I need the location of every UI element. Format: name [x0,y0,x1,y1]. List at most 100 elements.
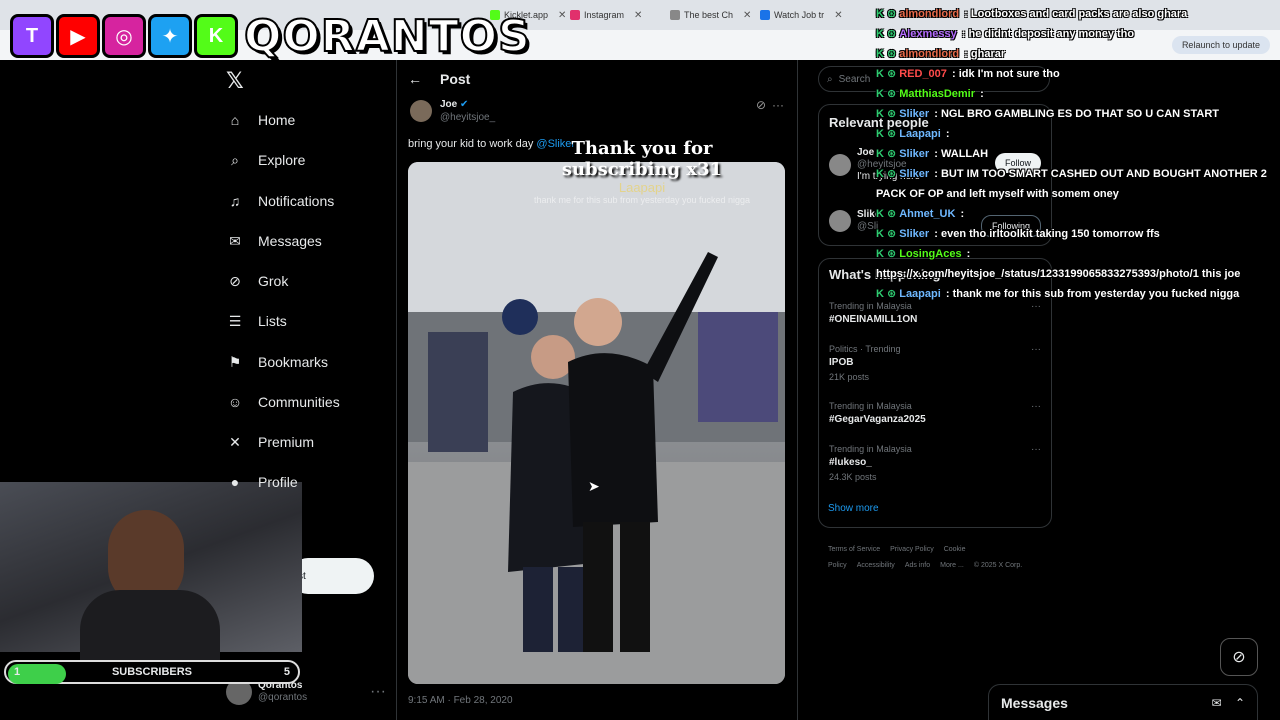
search-icon: ⌕ [231,151,239,168]
chat-badges-icon: K ⊛ [876,148,897,160]
chat-username[interactable]: Laapapi [899,128,941,140]
show-more-link[interactable]: Show more [828,503,879,514]
tab-close-icon[interactable]: ✕ [834,10,842,21]
x-logo-icon[interactable]: 𝕏 [226,68,244,94]
tab-close-icon[interactable]: ✕ [634,10,642,21]
new-message-icon[interactable]: ✉ [1212,696,1222,710]
chat-message: K ⊛ Sliker : WALLAH [876,144,1280,164]
browser-tab-label: The best Ch [684,10,734,20]
nav-label: Home [258,112,296,128]
more-icon[interactable]: ··· [370,683,386,701]
footer-link[interactable]: Privacy Policy [890,546,934,553]
nav-item-lists[interactable]: ☰ Lists [226,306,287,336]
trend-name[interactable]: #lukeso_ [829,456,912,470]
person-name[interactable]: Joe [857,147,874,158]
grok-icon: ⊘ [229,272,241,289]
footer-link[interactable]: © 2025 X Corp. [974,562,1022,569]
sub-goal-target: 5 [283,666,290,678]
chat-message: K ⊛ Laapapi : thank me for this sub from … [876,284,1280,304]
avatar[interactable] [829,154,851,176]
browser-tab[interactable]: The best Ch ✕ [670,6,751,24]
post-button[interactable]: st [290,558,374,594]
author-name[interactable]: Joe [440,99,457,110]
messages-title: Messages [1001,694,1068,711]
footer-link[interactable]: Terms of Service [828,546,880,553]
nav-item-grok[interactable]: ⊘ Grok [226,266,288,296]
messages-drawer[interactable]: Messages ✉ ⌃ [988,684,1258,720]
chat-badges-icon: K ⊛ [876,28,897,40]
nav-item-bookmarks[interactable]: ⚑ Bookmarks [226,347,328,377]
sub-goal-current: 1 [14,666,21,678]
chat-badges-icon: K ⊛ [876,108,897,120]
trend-item[interactable]: Trending in Malaysia #lukeso_ 24.3K posts [829,442,912,484]
chat-username[interactable]: Alexmessy [899,28,957,40]
post-photo[interactable] [408,162,785,684]
browser-tab[interactable]: Kicklet.app ✕ [490,6,566,24]
tab-close-icon[interactable]: ✕ [558,10,566,21]
nav-label: Profile [258,474,298,490]
back-arrow-icon[interactable]: ← [408,71,422,87]
twitter-bird-icon: ✦ [148,14,192,58]
footer-link[interactable]: Accessibility [857,562,895,569]
chat-username[interactable]: Laapapi [899,288,941,300]
post-author[interactable]: Joe ✔ @heyitsjoe_ [410,98,495,124]
trend-more-icon[interactable]: ··· [1031,444,1041,455]
grok-fab-icon[interactable]: ⊘ [1220,638,1258,676]
sub-goal-label: SUBSCRIBERS [111,666,193,678]
browser-tab[interactable]: Watch Job tr ✕ [760,6,843,24]
chat-colon: : [931,228,941,240]
trend-post-count: 24.3K posts [829,472,877,482]
trend-item[interactable]: Trending in Malaysia #GegarVaganza2025 [829,399,926,427]
chat-username[interactable]: Sliker [899,168,929,180]
nav-label: Explore [258,152,306,168]
trend-name[interactable]: IPOB [829,356,901,370]
nav-item-explore[interactable]: ⌕ Explore [226,145,305,175]
nav-item-messages[interactable]: ✉ Messages [226,226,322,256]
chat-username[interactable]: LosingAces [899,248,961,260]
grok-icon[interactable]: ⊘ [756,98,766,112]
tab-close-icon[interactable]: ✕ [743,10,751,21]
nav-item-notifications[interactable]: ♫ Notifications [226,186,335,216]
chat-username[interactable]: Sliker [899,108,929,120]
post-more-icon[interactable]: ··· [772,98,784,112]
chat-username[interactable]: almondlord [899,8,959,20]
trend-name[interactable]: #ONEINAMILL1ON [829,313,917,327]
nav-item-home[interactable]: ⌂ Home [226,105,296,135]
trend-item[interactable]: Politics · Trending IPOB 21K posts [829,342,901,384]
footer-link[interactable]: Ads info [905,562,930,569]
chat-overlay: K ⊛ almondlord : Lootboxes and card packs… [876,4,1280,304]
chat-text: idk I'm not sure tho [958,68,1060,80]
chat-colon: : [942,128,950,140]
chat-username[interactable]: Sliker [899,148,929,160]
nav-item-profile[interactable]: ● Profile [226,467,298,497]
chat-colon: : [931,148,941,160]
author-handle[interactable]: @heyitsjoe_ [440,111,495,124]
chat-message: K ⊛ almondlord : gharar [876,44,1280,64]
twitch-icon: T [10,14,54,58]
chat-username[interactable]: Ahmet_UK [899,208,955,220]
avatar[interactable] [829,210,851,232]
post-timestamp[interactable]: 9:15 AM · Feb 28, 2020 [408,695,513,706]
chat-username[interactable]: almondlord [899,48,959,60]
person-sliker[interactable]: Slike @Sli [829,209,880,233]
nav-item-communities[interactable]: ☺ Communities [226,387,340,417]
browser-tab[interactable]: Instagram ✕ [570,6,642,24]
trend-context: Trending in Malaysia [829,444,912,454]
search-placeholder: Search [838,73,871,85]
chat-badges-icon: K ⊛ [876,228,897,240]
trend-name[interactable]: #GegarVaganza2025 [829,413,926,427]
sub-goal-bar: 1 SUBSCRIBERS 5 [4,660,300,684]
footer-link[interactable]: More ... [940,562,964,569]
author-avatar[interactable] [410,100,432,122]
trend-more-icon[interactable]: ··· [1031,344,1041,355]
trend-more-icon[interactable]: ··· [1031,401,1041,412]
expand-icon[interactable]: ⌃ [1235,696,1245,710]
brand-name: QORANTOS [243,10,531,63]
nav-item-premium[interactable]: ✕ Premium [226,427,314,457]
chat-username[interactable]: Sliker [899,228,929,240]
chat-username[interactable]: MatthiasDemir [899,88,975,100]
chat-colon: : [948,68,959,80]
page-icon [760,10,770,20]
chat-badges-icon: K ⊛ [876,68,897,80]
chat-username[interactable]: RED_007 [899,68,947,80]
